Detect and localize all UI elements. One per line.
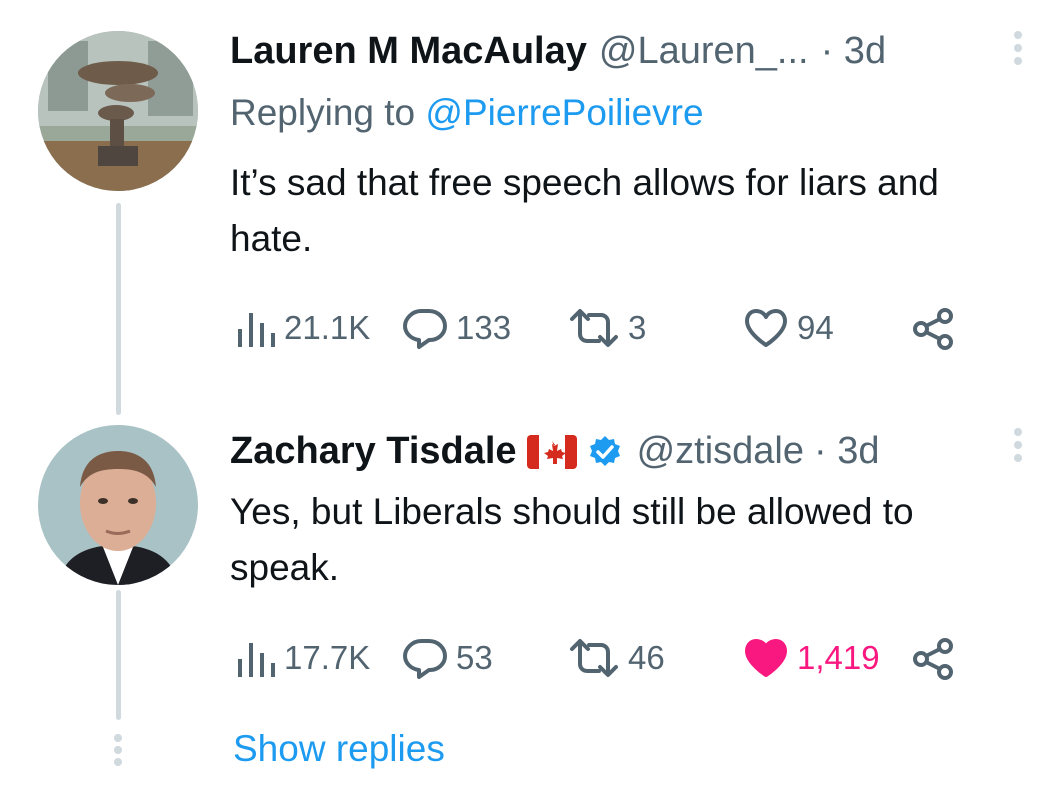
reply-button[interactable]: 133: [402, 307, 511, 349]
retweet-count: 46: [628, 639, 665, 676]
author-name[interactable]: Zachary Tisdale: [230, 430, 517, 473]
share-icon: [913, 638, 953, 680]
views-button[interactable]: 17.7K: [236, 637, 370, 679]
share-button[interactable]: [910, 307, 956, 351]
reply-count: 53: [456, 639, 493, 676]
views-button[interactable]: 21.1K: [236, 307, 370, 349]
like-icon: [745, 309, 787, 347]
author-handle[interactable]: @ztisdale: [637, 430, 804, 473]
verified-icon[interactable]: [587, 434, 623, 470]
retweet-icon: [570, 309, 618, 347]
more-icon[interactable]: [1014, 428, 1022, 462]
tweet-text: Yes, but Liberals should still be allowe…: [230, 491, 914, 588]
like-count: 94: [797, 309, 834, 346]
replying-prefix: Replying to: [230, 92, 426, 133]
like-count: 1,419: [797, 639, 880, 676]
avatar-portrait-image: [38, 425, 198, 585]
more-icon[interactable]: [1014, 31, 1022, 65]
views-count: 17.7K: [284, 639, 371, 676]
avatar[interactable]: [38, 31, 198, 191]
like-button[interactable]: 1,419: [743, 637, 880, 679]
tweet-text: It’s sad that free speech allows for lia…: [230, 162, 939, 259]
reply-icon: [403, 309, 447, 349]
views-icon: [238, 643, 275, 677]
retweet-icon: [570, 639, 618, 677]
more-replies-dots: [114, 734, 122, 766]
retweet-count: 3: [628, 309, 647, 346]
show-replies-link[interactable]: Show replies: [233, 728, 445, 770]
avatar[interactable]: [38, 425, 198, 585]
tweet-header: Zachary Tisdale @ztisdale · 3d: [230, 430, 879, 473]
thread-line: [116, 590, 121, 720]
tweet-header: Lauren M MacAulay @Lauren_... · 3d: [230, 30, 886, 73]
retweet-button[interactable]: 3: [568, 307, 646, 349]
replying-to: Replying to @PierrePoilievre: [230, 92, 704, 134]
replying-to-link[interactable]: @PierrePoilievre: [425, 92, 703, 133]
author-name[interactable]: Lauren M MacAulay: [230, 30, 587, 73]
like-button[interactable]: 94: [743, 307, 834, 349]
tweet-time[interactable]: · 3d: [814, 430, 879, 473]
reply-button[interactable]: 53: [402, 637, 493, 679]
author-handle[interactable]: @Lauren_...: [599, 30, 809, 73]
views-icon: [238, 313, 275, 347]
views-count: 21.1K: [284, 309, 371, 346]
tweet-time[interactable]: · 3d: [821, 30, 886, 73]
canada-flag-icon: [526, 434, 577, 469]
thread-line: [116, 203, 121, 415]
like-icon: [745, 639, 787, 677]
reply-icon: [403, 639, 447, 679]
share-button[interactable]: [910, 637, 956, 681]
retweet-button[interactable]: 46: [568, 637, 665, 679]
avatar-sculpture-image: [38, 31, 198, 191]
reply-count: 133: [456, 309, 512, 346]
share-icon: [913, 308, 953, 350]
